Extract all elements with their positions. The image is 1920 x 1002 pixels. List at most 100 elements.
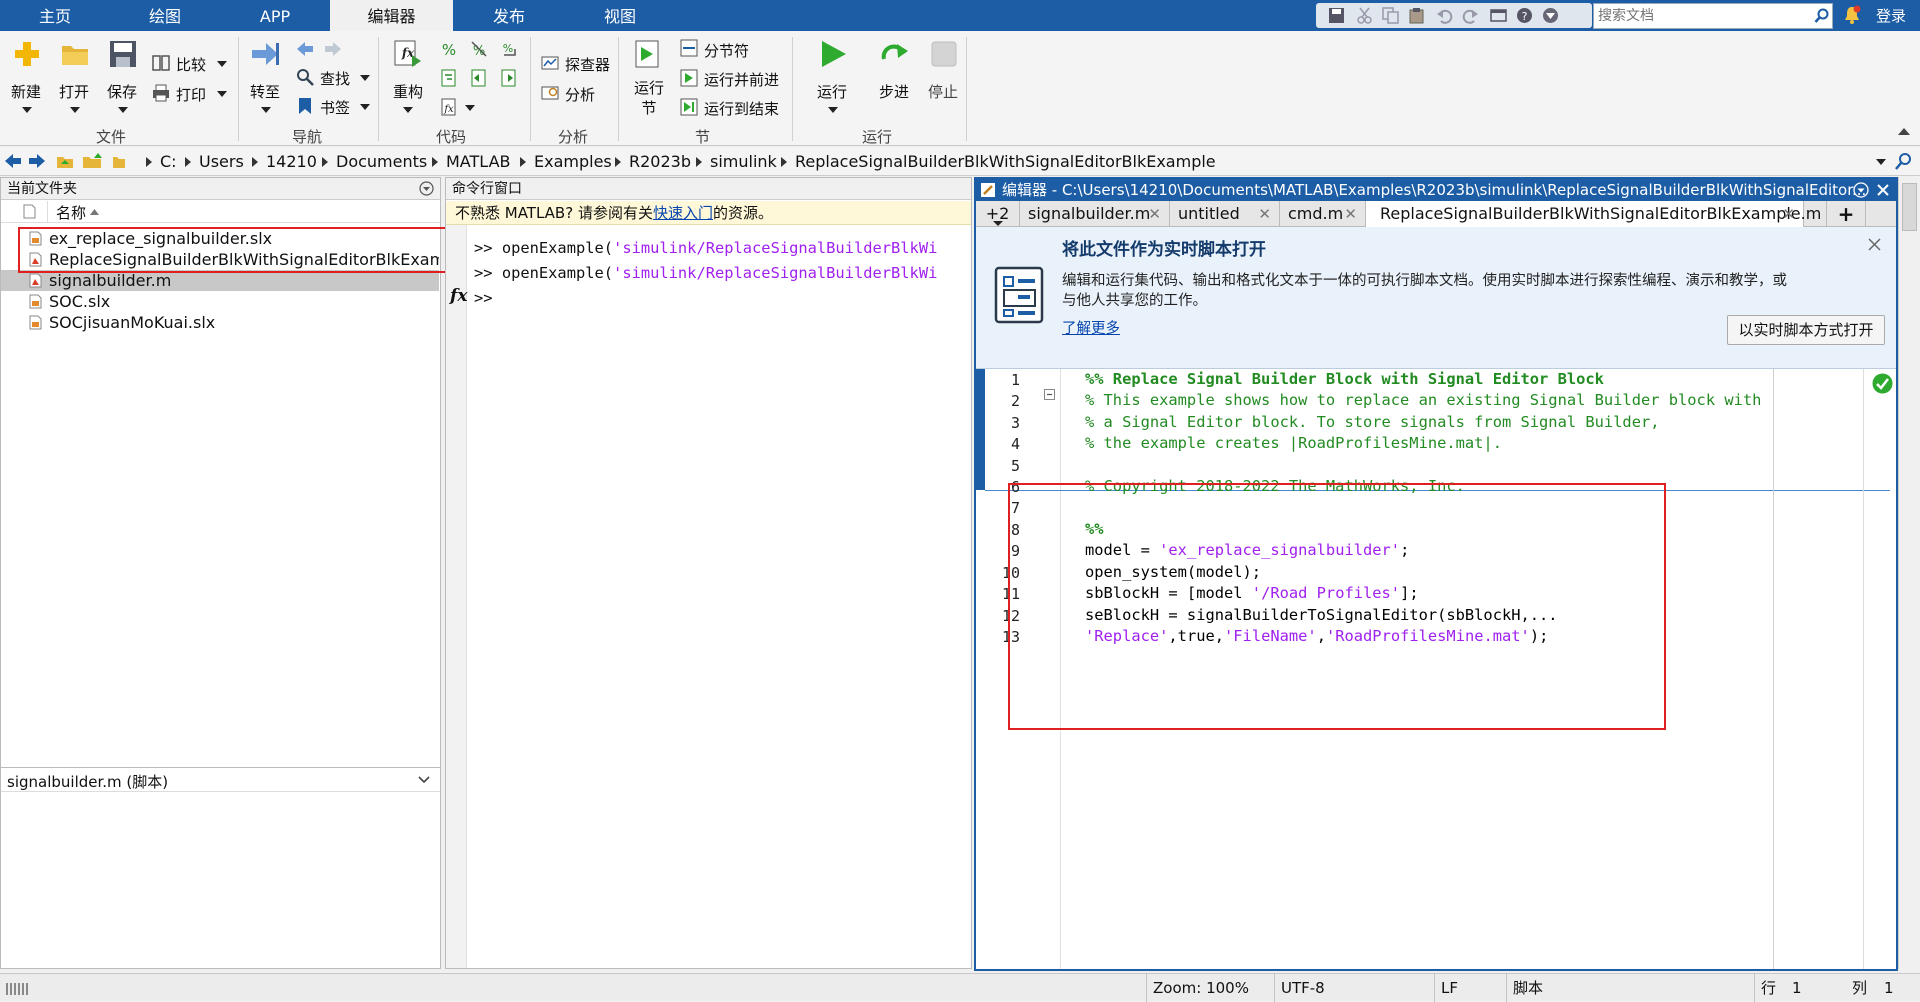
login-link[interactable]: 登录 bbox=[1876, 0, 1906, 31]
code-line[interactable]: % a Signal Editor block. To store signal… bbox=[1085, 413, 1660, 431]
address-history-dropdown[interactable] bbox=[1876, 159, 1886, 165]
wrap-comments-icon[interactable]: % bbox=[500, 40, 518, 58]
close-banner-icon[interactable] bbox=[1867, 237, 1882, 252]
line-ending[interactable]: LF bbox=[1434, 974, 1506, 1002]
command-prompt-active[interactable]: >> bbox=[474, 289, 493, 307]
comment-percent-icon[interactable]: % bbox=[440, 40, 458, 58]
expand-menu-icon[interactable] bbox=[1542, 7, 1559, 24]
breadcrumb-release[interactable]: R2023b bbox=[629, 152, 691, 171]
tab-signalbuilder[interactable]: signalbuilder.m ✕ bbox=[1020, 201, 1170, 227]
collapse-ribbon-icon[interactable] bbox=[1897, 126, 1911, 136]
breadcrumb-drive[interactable]: C: bbox=[160, 152, 177, 171]
learn-more-link[interactable]: 了解更多 bbox=[1062, 317, 1120, 338]
close-icon[interactable] bbox=[1876, 183, 1890, 197]
find-magnifier-icon bbox=[297, 69, 314, 86]
code-line[interactable]: %% Replace Signal Builder Block with Sig… bbox=[1085, 370, 1604, 388]
run-dropdown-arrow[interactable] bbox=[828, 107, 838, 113]
browse-folder-icon[interactable] bbox=[82, 152, 102, 170]
uncomment-icon[interactable]: % bbox=[470, 40, 488, 58]
file-row[interactable]: SOC.slx bbox=[1, 291, 439, 312]
cut-icon[interactable] bbox=[1356, 7, 1373, 24]
line-number: 3 bbox=[1010, 414, 1020, 432]
tab-replace-example[interactable]: ReplaceSignalBuilderBlkWithSignalEditorB… bbox=[1366, 201, 1821, 228]
save-dropdown-arrow[interactable] bbox=[118, 107, 128, 113]
file-encoding[interactable]: UTF-8 bbox=[1274, 974, 1434, 1002]
paste-icon[interactable] bbox=[1408, 7, 1425, 24]
chevron-down-icon[interactable] bbox=[418, 776, 430, 784]
close-tab-icon[interactable]: ✕ bbox=[1344, 201, 1357, 227]
code-fold-icon[interactable] bbox=[1044, 389, 1055, 400]
notification-bell-icon[interactable] bbox=[1843, 5, 1861, 25]
breadcrumb-documents[interactable]: Documents bbox=[336, 152, 427, 171]
editor-menu-icon[interactable] bbox=[1853, 182, 1869, 198]
breadcrumb-examples[interactable]: Examples bbox=[534, 152, 612, 171]
increase-indent-icon[interactable] bbox=[500, 69, 518, 87]
find-dropdown-arrow[interactable] bbox=[360, 75, 370, 81]
goto-dropdown-arrow[interactable] bbox=[261, 107, 271, 113]
path-separator-icon bbox=[185, 157, 191, 167]
tab-untitled[interactable]: untitled ✕ bbox=[1170, 201, 1280, 227]
close-tab-icon[interactable]: ✕ bbox=[1258, 201, 1271, 227]
decrease-indent-icon[interactable] bbox=[470, 69, 488, 87]
tab-editor[interactable]: 编辑器 bbox=[330, 0, 453, 31]
breadcrumb-simulink[interactable]: simulink bbox=[710, 152, 777, 171]
breadcrumb-users[interactable]: Users bbox=[199, 152, 244, 171]
code-analyzer-ok-icon[interactable] bbox=[1872, 373, 1893, 394]
tab-view[interactable]: 视图 bbox=[565, 0, 675, 31]
quick-start-link[interactable]: 快速入门 bbox=[653, 204, 713, 222]
tab-overflow[interactable]: +2 bbox=[976, 201, 1020, 227]
tab-home[interactable]: 主页 bbox=[0, 0, 110, 31]
forward-arrow-icon[interactable] bbox=[28, 153, 46, 169]
column-name-header[interactable]: 名称 bbox=[56, 202, 86, 223]
new-dropdown-arrow[interactable] bbox=[22, 107, 32, 113]
redo-icon[interactable] bbox=[1462, 7, 1479, 24]
workspace-tab[interactable] bbox=[1902, 183, 1917, 231]
back-arrow-icon[interactable] bbox=[4, 153, 22, 169]
switch-windows-icon[interactable] bbox=[1490, 7, 1507, 24]
search-folder-icon[interactable] bbox=[1895, 152, 1913, 170]
search-input[interactable] bbox=[1594, 4, 1804, 28]
breadcrumb-example-folder[interactable]: ReplaceSignalBuilderBlkWithSignalEditorB… bbox=[795, 152, 1216, 171]
details-panel-header[interactable]: signalbuilder.m (脚本) bbox=[1, 767, 440, 792]
smart-indent-icon[interactable] bbox=[440, 69, 458, 87]
print-dropdown-arrow[interactable] bbox=[217, 91, 227, 97]
back-arrow-icon[interactable] bbox=[296, 40, 314, 58]
close-tab-icon[interactable]: ✕ bbox=[1782, 201, 1795, 227]
function-dropdown-arrow[interactable] bbox=[465, 105, 475, 111]
tab-cmd[interactable]: cmd.m ✕ bbox=[1280, 201, 1366, 227]
tab-apps[interactable]: APP bbox=[220, 0, 330, 31]
function-browser-icon[interactable]: fx bbox=[450, 286, 467, 306]
code-line[interactable]: % This example shows how to replace an e… bbox=[1085, 391, 1761, 409]
tab-plots[interactable]: 绘图 bbox=[110, 0, 220, 31]
file-row-selected[interactable]: signalbuilder.m bbox=[1, 270, 439, 291]
current-folder-panel: 当前文件夹 名称 ex_replace_signalbuilder.slx Re… bbox=[0, 177, 441, 969]
compare-dropdown-arrow[interactable] bbox=[217, 61, 227, 67]
copy-icon[interactable] bbox=[1382, 7, 1399, 24]
editor-title: 编辑器 - C:\Users\14210\Documents\MATLAB\Ex… bbox=[1002, 181, 1867, 199]
insert-function-icon[interactable]: fx bbox=[440, 98, 458, 116]
file-row[interactable]: SOCjisuanMoKuai.slx bbox=[1, 312, 439, 333]
refactor-dropdown-arrow[interactable] bbox=[403, 107, 413, 113]
help-icon[interactable]: ? bbox=[1516, 7, 1533, 24]
breadcrumb-user[interactable]: 14210 bbox=[266, 152, 317, 171]
nav-group-label: 导航 bbox=[292, 128, 323, 146]
bookmark-dropdown-arrow[interactable] bbox=[360, 104, 370, 110]
code-line[interactable]: % the example creates |RoadProfilesMine.… bbox=[1085, 434, 1502, 452]
separator bbox=[530, 37, 531, 141]
svg-text:?: ? bbox=[1522, 10, 1528, 23]
open-as-live-script-button[interactable]: 以实时脚本方式打开 bbox=[1727, 315, 1885, 345]
zoom-level[interactable]: Zoom: 100% bbox=[1146, 974, 1274, 1002]
search-icon[interactable] bbox=[1814, 8, 1830, 24]
close-tab-icon[interactable]: ✕ bbox=[1148, 201, 1161, 227]
up-folder-icon[interactable] bbox=[56, 152, 74, 170]
breadcrumb-matlab[interactable]: MATLAB bbox=[446, 152, 510, 171]
undo-icon[interactable] bbox=[1436, 7, 1453, 24]
open-dropdown-arrow[interactable] bbox=[70, 107, 80, 113]
row-value: 1 bbox=[1792, 979, 1802, 997]
status-bar: Zoom: 100% UTF-8 LF 脚本 行 1 列 1 bbox=[0, 973, 1920, 1002]
tab-publish[interactable]: 发布 bbox=[453, 0, 565, 31]
forward-arrow-icon[interactable] bbox=[324, 40, 342, 58]
add-tab-button[interactable]: + bbox=[1826, 201, 1866, 227]
panel-menu-icon[interactable] bbox=[419, 181, 434, 196]
save-icon[interactable] bbox=[1328, 7, 1345, 24]
